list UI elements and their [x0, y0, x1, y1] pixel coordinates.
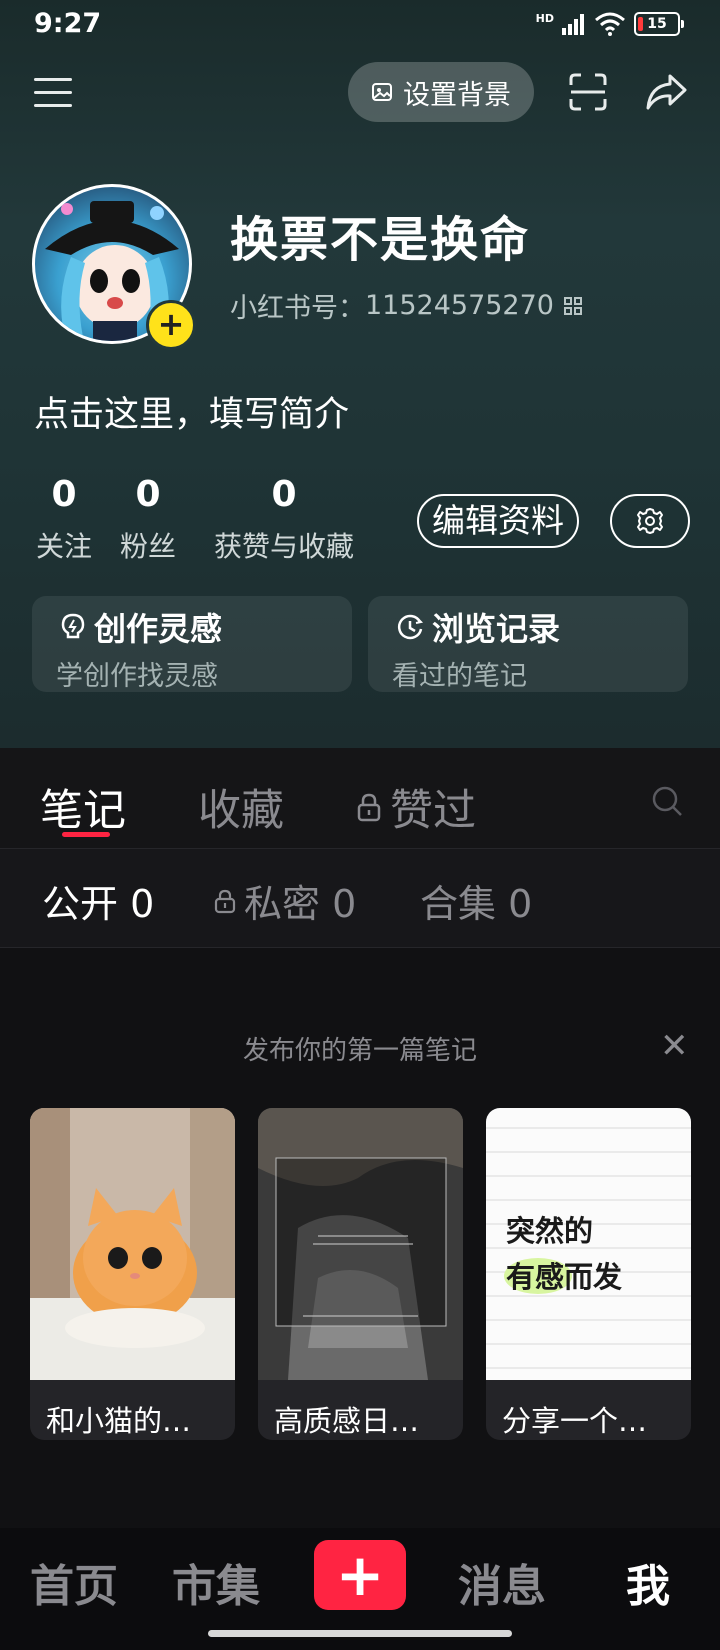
template-caption-cat: 和小猫的…	[46, 1404, 192, 1438]
create-post-button[interactable]: +	[314, 1540, 406, 1610]
template-caption-dark-photo: 高质感日…	[274, 1404, 420, 1438]
tab-notes[interactable]: 笔记	[40, 776, 126, 838]
template-art-text-rest: 而发	[564, 1260, 623, 1294]
template-card-note-paper[interactable]: 突然的 有感 而发 分享一个…	[486, 1108, 691, 1440]
template-card-cat[interactable]: 和小猫的…	[30, 1108, 235, 1440]
battery-level: 15	[647, 16, 667, 32]
bio-prompt[interactable]: 点击这里，填写简介	[34, 386, 349, 437]
subtab-public[interactable]: 公开 0	[42, 873, 154, 928]
following-label: 关注	[35, 530, 92, 563]
home-indicator	[208, 1630, 512, 1637]
browse-history-subtitle: 看过的笔记	[392, 661, 527, 692]
qrcode-icon[interactable]	[563, 296, 582, 315]
nav-messages[interactable]: 消息	[458, 1550, 546, 1614]
edit-profile-button[interactable]: 编辑资料	[417, 494, 579, 548]
battery-icon: 15	[634, 12, 684, 36]
following-count: 0	[51, 474, 77, 515]
active-tab-indicator	[62, 832, 110, 837]
template-art-text-line1: 突然的	[506, 1214, 594, 1248]
tab-liked-label: 赞过	[390, 786, 476, 836]
nav-market[interactable]: 市集	[172, 1550, 260, 1614]
likes-count: 0	[271, 474, 297, 515]
user-id-row[interactable]: 小红书号： 11524575270	[230, 286, 582, 325]
browse-history-card[interactable]: 浏览记录 看过的笔记	[368, 596, 688, 692]
status-time: 9:27	[34, 8, 102, 39]
creation-inspiration-card[interactable]: 创作灵感 学创作找灵感	[32, 596, 352, 692]
tab-liked[interactable]: 赞过	[356, 776, 476, 838]
user-id-value: 11524575270	[365, 290, 554, 321]
set-background-button[interactable]: 设置背景	[348, 62, 534, 122]
network-type: HD	[535, 12, 554, 25]
followers-label: 粉丝	[119, 530, 176, 563]
note-filter-tabs: 公开 0 私密 0 合集 0	[0, 849, 720, 948]
stat-likes-collects[interactable]: 0 获赞与收藏	[202, 474, 366, 565]
template-caption-note-paper: 分享一个…	[502, 1404, 648, 1438]
nav-me[interactable]: 我	[626, 1550, 670, 1614]
tab-collections[interactable]: 收藏	[198, 776, 284, 838]
avatar-add-button[interactable]: +	[146, 300, 196, 350]
search-icon[interactable]	[650, 784, 684, 818]
gear-icon	[637, 508, 663, 534]
dark-photo-template-image	[258, 1108, 463, 1380]
wifi-icon	[595, 12, 625, 36]
subtab-collection[interactable]: 合集 0	[420, 873, 532, 928]
signal-icon	[562, 14, 584, 35]
creation-inspiration-title: 创作灵感	[94, 610, 223, 648]
status-icons: HD 15	[535, 12, 684, 36]
scan-icon[interactable]	[568, 72, 608, 112]
nickname: 换票不是换命	[230, 212, 531, 268]
menu-button[interactable]	[34, 78, 72, 112]
settings-button[interactable]	[610, 494, 690, 548]
stat-followers[interactable]: 0 粉丝	[114, 474, 182, 565]
likes-label: 获赞与收藏	[213, 530, 354, 563]
lock-icon	[214, 889, 236, 913]
subtab-private-label: 私密 0	[244, 882, 357, 926]
clock-icon	[397, 614, 424, 640]
publish-first-note-title: 发布你的第一篇笔记	[242, 1036, 477, 1066]
share-icon[interactable]	[644, 72, 688, 112]
nav-home[interactable]: 首页	[30, 1550, 118, 1614]
creation-inspiration-subtitle: 学创作找灵感	[56, 661, 218, 692]
subtab-private[interactable]: 私密 0	[214, 873, 356, 928]
cat-template-image	[30, 1108, 235, 1380]
followers-count: 0	[135, 474, 161, 515]
set-background-label: 设置背景	[403, 79, 511, 111]
stat-following[interactable]: 0 关注	[30, 474, 98, 565]
lock-icon	[357, 793, 381, 822]
close-icon[interactable]: ✕	[660, 1026, 689, 1066]
bulb-icon	[61, 613, 85, 639]
browse-history-title: 浏览记录	[432, 610, 561, 648]
image-icon	[372, 83, 392, 101]
template-art-text-highlight: 有感	[506, 1260, 565, 1294]
template-card-dark-photo[interactable]: 高质感日…	[258, 1108, 463, 1440]
template-art-text-line2: 有感 而发	[506, 1254, 622, 1296]
user-id-label: 小红书号：	[230, 293, 365, 324]
